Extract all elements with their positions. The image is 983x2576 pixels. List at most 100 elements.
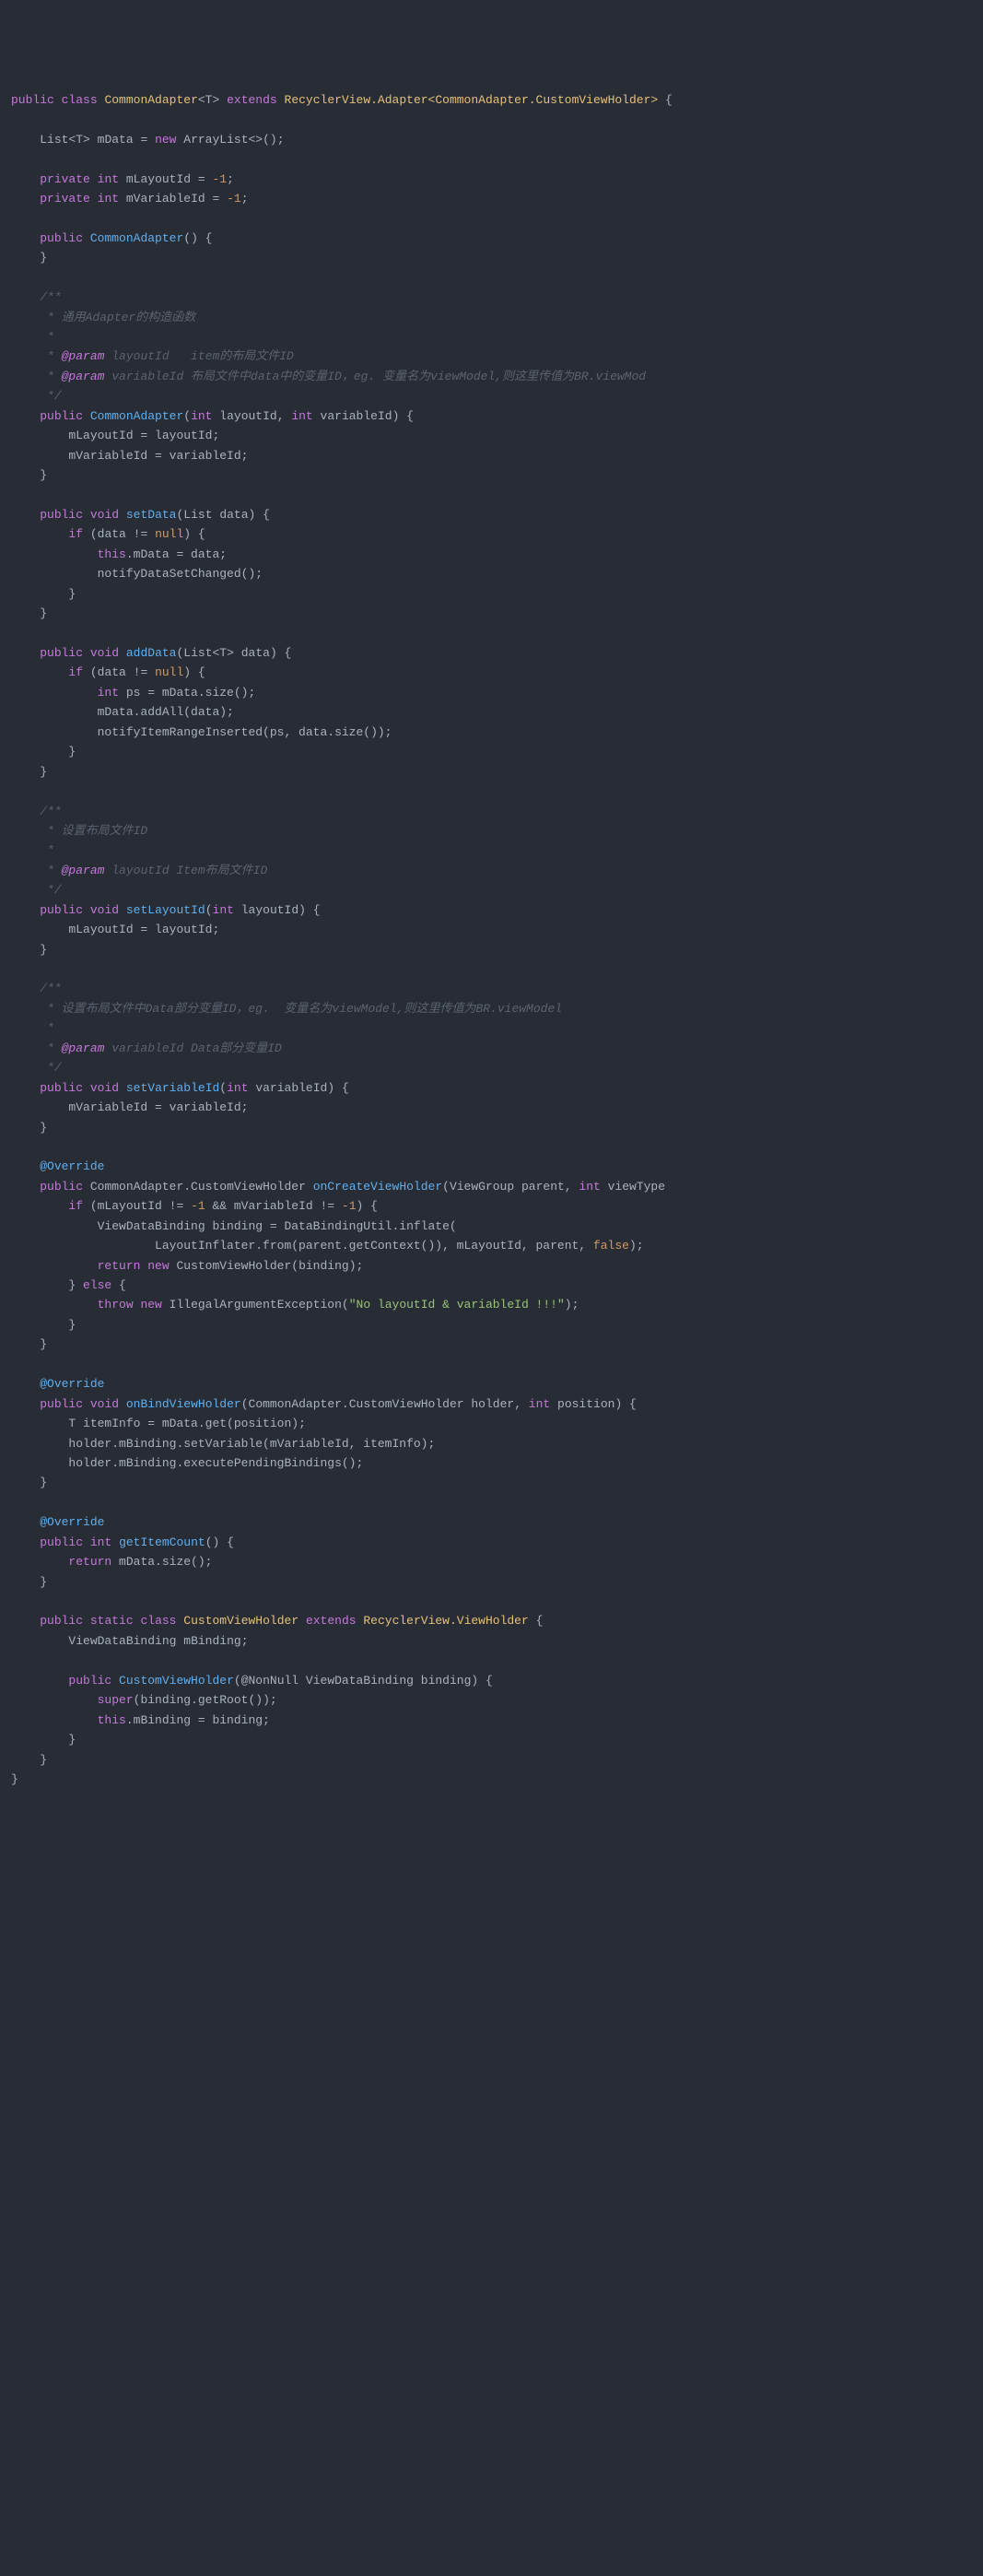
- statement: holder.mBinding.executePendingBindings()…: [68, 1456, 363, 1470]
- code-line: public static class CustomViewHolder ext…: [11, 1614, 543, 1628]
- param-type: CommonAdapter.CustomViewHolder: [249, 1397, 464, 1411]
- javadoc-line: * 设置布局文件中Data部分变量ID，eg. 变量名为viewModel,则这…: [40, 1002, 562, 1016]
- code-line: public void onBindViewHolder(CommonAdapt…: [11, 1397, 637, 1411]
- keyword-private: private: [40, 192, 90, 206]
- code-line: if (data != null) {: [11, 527, 205, 541]
- javadoc-line: /**: [40, 290, 61, 304]
- code-line: public void setLayoutId(int layoutId) {: [11, 903, 321, 917]
- code-line: mLayoutId = layoutId;: [11, 923, 219, 936]
- code-line: notifyItemRangeInserted(ps, data.size())…: [11, 725, 392, 739]
- statement: mData.size();: [111, 1555, 212, 1569]
- annotation-nonnull: @NonNull: [241, 1674, 298, 1688]
- code-line: }: [11, 468, 47, 482]
- code-line: *: [11, 330, 54, 344]
- keyword-throw: throw: [98, 1298, 134, 1312]
- null-literal: null: [155, 665, 183, 679]
- param-name: binding: [421, 1674, 472, 1688]
- statement: ps = mData.size();: [119, 686, 255, 700]
- code-line: if (mLayoutId != -1 && mVariableId != -1…: [11, 1199, 378, 1213]
- keyword-int: int: [90, 1535, 111, 1549]
- keyword-private: private: [40, 172, 90, 186]
- condition: (data !=: [90, 527, 155, 541]
- code-line: private int mVariableId = -1;: [11, 192, 249, 206]
- code-line: * @param variableId Data部分变量ID: [11, 1041, 282, 1055]
- code-line: }: [11, 1575, 47, 1589]
- javadoc-line: *: [40, 1041, 61, 1055]
- param-type: ViewDataBinding: [306, 1674, 414, 1688]
- keyword-void: void: [90, 646, 119, 660]
- code-line: * @param layoutId item的布局文件ID: [11, 349, 294, 363]
- method-name: addData: [126, 646, 177, 660]
- super-class: RecyclerView.Adapter<CommonAdapter.Custo…: [285, 93, 659, 107]
- keyword-void: void: [90, 1081, 119, 1095]
- code-line: ViewDataBinding mBinding;: [11, 1634, 249, 1648]
- code-line: LayoutInflater.from(parent.getContext())…: [11, 1239, 644, 1253]
- param-name: layoutId: [241, 903, 298, 917]
- keyword-int: int: [98, 172, 119, 186]
- javadoc-param-tag: @param: [62, 349, 105, 363]
- code-line: public CustomViewHolder(@NonNull ViewDat…: [11, 1674, 493, 1688]
- condition-close: ) {: [183, 527, 205, 541]
- code-line: this.mBinding = binding;: [11, 1713, 270, 1727]
- keyword-return: return: [98, 1259, 141, 1273]
- keyword-if: if: [68, 527, 83, 541]
- code-line: public CommonAdapter.CustomViewHolder on…: [11, 1180, 665, 1194]
- class-name: CommonAdapter: [104, 93, 197, 107]
- number-literal: -1: [227, 192, 241, 206]
- condition: (data !=: [90, 665, 155, 679]
- method-name: setVariableId: [126, 1081, 219, 1095]
- keyword-public: public: [40, 903, 83, 917]
- keyword-super: super: [98, 1693, 134, 1707]
- code-line: /**: [11, 805, 62, 818]
- code-line: */: [11, 389, 62, 403]
- param-name: data: [219, 508, 248, 522]
- keyword-public: public: [40, 409, 83, 423]
- keyword-public: public: [40, 1535, 83, 1549]
- null-literal: null: [155, 527, 183, 541]
- number-literal: -1: [191, 1199, 205, 1213]
- code-line: *: [11, 843, 54, 857]
- javadoc-text: layoutId item的布局文件ID: [104, 349, 293, 363]
- code-line: }: [11, 1337, 47, 1351]
- code-line: }: [11, 1772, 18, 1786]
- code-line: * @param layoutId Item布局文件ID: [11, 864, 267, 877]
- number-literal: -1: [342, 1199, 357, 1213]
- param-name: data: [241, 646, 270, 660]
- javadoc-line: */: [40, 389, 61, 403]
- javadoc-line: /**: [40, 805, 61, 818]
- statement: T itemInfo = mData.get(position);: [68, 1417, 305, 1430]
- code-line: mVariableId = variableId;: [11, 1100, 248, 1114]
- keyword-public: public: [40, 646, 83, 660]
- keyword-int: int: [191, 409, 212, 423]
- code-line: /**: [11, 290, 62, 304]
- code-viewer[interactable]: public class CommonAdapter<T> extends Re…: [11, 90, 983, 1790]
- code-line: T itemInfo = mData.get(position);: [11, 1417, 306, 1430]
- statement: mVariableId = variableId;: [68, 1100, 248, 1114]
- javadoc-line: */: [40, 883, 61, 897]
- code-line: holder.mBinding.executePendingBindings()…: [11, 1456, 363, 1470]
- param-type: List: [183, 508, 212, 522]
- field-type: ViewDataBinding: [68, 1634, 176, 1648]
- statement: (binding.getRoot());: [134, 1693, 277, 1707]
- keyword-new: new: [155, 133, 176, 147]
- code-line: }: [11, 943, 47, 957]
- false-literal: false: [593, 1239, 629, 1253]
- code-line: * 设置布局文件ID: [11, 824, 147, 838]
- keyword-public: public: [68, 1674, 111, 1688]
- param-name: variableId: [321, 409, 392, 423]
- init-expr: ArrayList<>(): [183, 133, 276, 147]
- javadoc-param-tag: @param: [62, 1041, 105, 1055]
- keyword-new: new: [140, 1298, 161, 1312]
- keyword-public: public: [40, 1081, 83, 1095]
- code-line: this.mData = data;: [11, 547, 227, 561]
- keyword-public: public: [40, 231, 83, 245]
- javadoc-line: *: [40, 1021, 54, 1035]
- javadoc-text: layoutId Item布局文件ID: [104, 864, 267, 877]
- field-type: List<T>: [40, 133, 90, 147]
- method-name: onBindViewHolder: [126, 1397, 241, 1411]
- code-line: public int getItemCount() {: [11, 1535, 234, 1549]
- keyword-this: this: [98, 1713, 126, 1727]
- keyword-void: void: [90, 508, 119, 522]
- param-name: holder: [471, 1397, 514, 1411]
- javadoc-param-tag: @param: [62, 370, 105, 383]
